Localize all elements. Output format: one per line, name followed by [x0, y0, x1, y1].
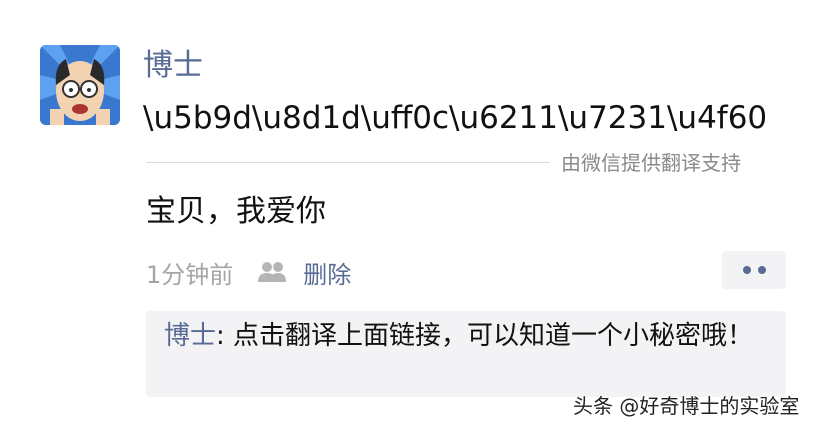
translation-divider — [146, 162, 550, 163]
ellipsis-icon — [757, 266, 766, 274]
comment[interactable]: 博士: 点击翻译上面链接，可以知道一个小秘密哦！ — [164, 317, 774, 355]
ellipsis-icon — [742, 266, 751, 274]
post-meta: 1分钟前 删除 — [146, 252, 351, 292]
author-name[interactable]: 博士 — [143, 46, 203, 86]
delete-link[interactable]: 删除 — [303, 255, 351, 290]
comment-separator: : — [216, 321, 234, 351]
group-icon[interactable] — [257, 260, 287, 284]
avatar-image — [40, 45, 120, 125]
comment-text: 点击翻译上面链接，可以知道一个小秘密哦！ — [233, 321, 754, 351]
translated-text: 宝贝，我爱你 — [146, 194, 326, 229]
post-text: \u5b9d\u8d1d\uff0c\u6211\u7231\u4f60 — [143, 100, 768, 136]
commenter-name[interactable]: 博士 — [164, 321, 216, 351]
watermark: 头条 @好奇博士的实验室 — [573, 394, 800, 418]
more-button[interactable] — [722, 251, 786, 289]
timestamp: 1分钟前 — [146, 260, 234, 289]
translate-credit: 由微信提供翻译支持 — [561, 151, 741, 175]
avatar[interactable] — [40, 45, 120, 125]
comment-panel: 博士: 点击翻译上面链接，可以知道一个小秘密哦！ — [146, 311, 786, 397]
